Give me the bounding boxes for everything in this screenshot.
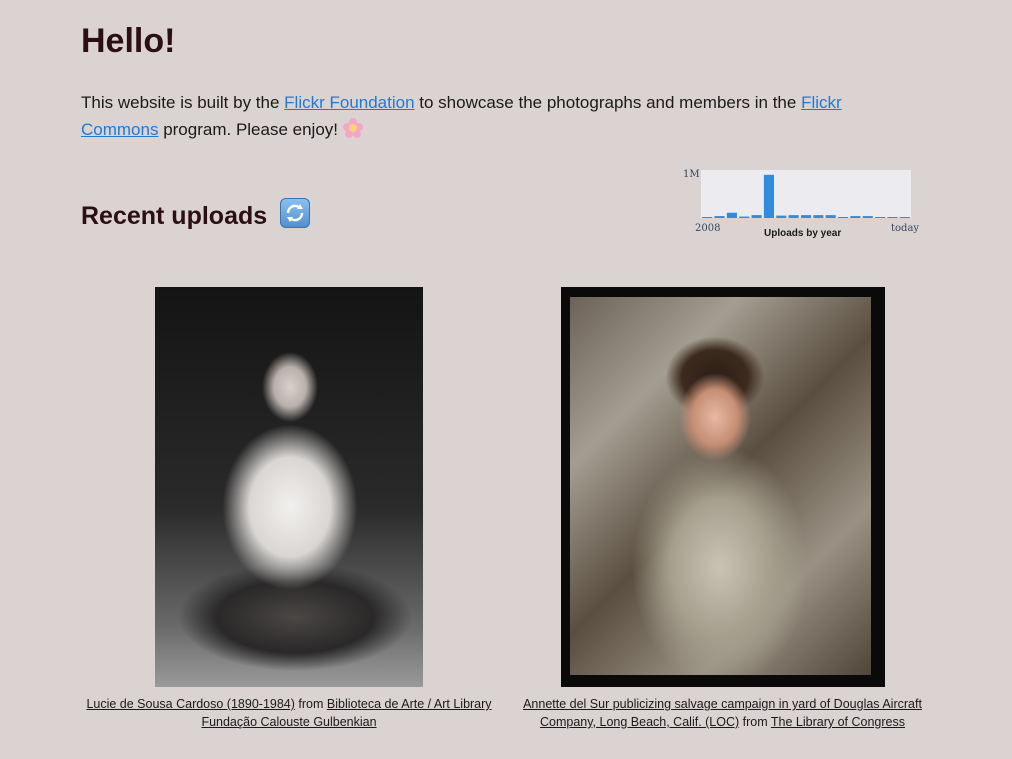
- chart-x-end-label: today: [891, 223, 920, 234]
- chart-plot: [701, 170, 911, 218]
- photo-image: [570, 297, 871, 675]
- photo-source-link-2[interactable]: The Library of Congress: [771, 715, 905, 729]
- chart-bar-2011[interactable]: [739, 216, 750, 218]
- chart-background: [701, 170, 911, 218]
- photo-title-link-1[interactable]: Lucie de Sousa Cardoso (1890-1984): [86, 697, 294, 711]
- recent-uploads-heading: Recent uploads: [81, 198, 311, 231]
- intro-text-3: program. Please enjoy!: [158, 120, 343, 139]
- chart-bar-2023[interactable]: [887, 217, 898, 218]
- chart-bar-2009[interactable]: [714, 216, 725, 218]
- cherry-blossom-icon: [342, 118, 363, 138]
- intro-paragraph: This website is built by the Flickr Foun…: [81, 89, 881, 143]
- chart-bar-2020[interactable]: [850, 216, 861, 218]
- chart-bar-2012[interactable]: [751, 215, 762, 218]
- photo-caption-2: Annette del Sur publicizing salvage camp…: [505, 695, 940, 731]
- flickr-foundation-link[interactable]: Flickr Foundation: [284, 93, 414, 112]
- chart-y-label: 1M: [683, 169, 700, 180]
- chart-bar-2016[interactable]: [800, 215, 812, 218]
- intro-text-1: This website is built by the: [81, 93, 285, 112]
- chart-bar-2017[interactable]: [813, 215, 824, 218]
- recent-uploads-label: Recent uploads: [81, 202, 268, 230]
- chart-bar-2014[interactable]: [776, 215, 787, 218]
- chart-bar-2018[interactable]: [825, 215, 836, 218]
- photo-annette-del-sur[interactable]: [561, 287, 885, 687]
- photo-lucie-de-sousa-cardoso[interactable]: [155, 287, 423, 687]
- page-title: Hello!: [81, 22, 176, 60]
- refresh-icon[interactable]: [280, 198, 311, 228]
- chart-bar-2015[interactable]: [788, 215, 799, 218]
- caption-from-2: from: [739, 715, 771, 729]
- chart-bar-2010[interactable]: [726, 212, 737, 218]
- caption-from-1: from: [294, 697, 327, 711]
- chart-title: Uploads by year: [764, 228, 842, 239]
- chart-bar-2022[interactable]: [875, 217, 886, 218]
- chart-x-start-label: 2008: [695, 223, 721, 234]
- chart-bar-2024[interactable]: [899, 217, 910, 218]
- chart-bar-2019[interactable]: [837, 217, 849, 218]
- chart-bar-2021[interactable]: [862, 216, 873, 218]
- intro-text-2: to showcase the photographs and members …: [414, 93, 802, 112]
- uploads-by-year-chart[interactable]: 1M 2008 today Uploads by year: [680, 166, 925, 246]
- chart-bar-2013[interactable]: [763, 174, 775, 218]
- photo-caption-1: Lucie de Sousa Cardoso (1890-1984) from …: [60, 695, 518, 731]
- page: Hello! This website is built by the Flic…: [0, 0, 1012, 759]
- chart-bar-2008[interactable]: [702, 217, 713, 218]
